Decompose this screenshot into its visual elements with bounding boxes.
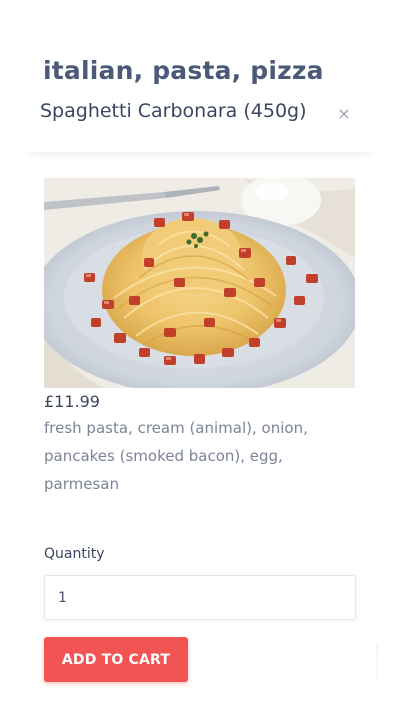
product-description: fresh pasta, cream (animal), onion, panc… [44,419,308,493]
scroll-edge [376,645,378,693]
modal-header: Spaghetti Carbonara (450g) × [24,92,376,152]
product-price: £11.99 [44,392,100,411]
add-to-cart-button[interactable]: ADD TO CART [44,637,188,682]
product-image [44,178,355,388]
quantity-input[interactable] [44,575,356,620]
quantity-label: Quantity [44,546,105,562]
product-title: Spaghetti Carbonara (450g) [40,100,307,122]
category-heading: italian, pasta, pizza [43,56,324,85]
close-icon[interactable]: × [336,106,352,122]
